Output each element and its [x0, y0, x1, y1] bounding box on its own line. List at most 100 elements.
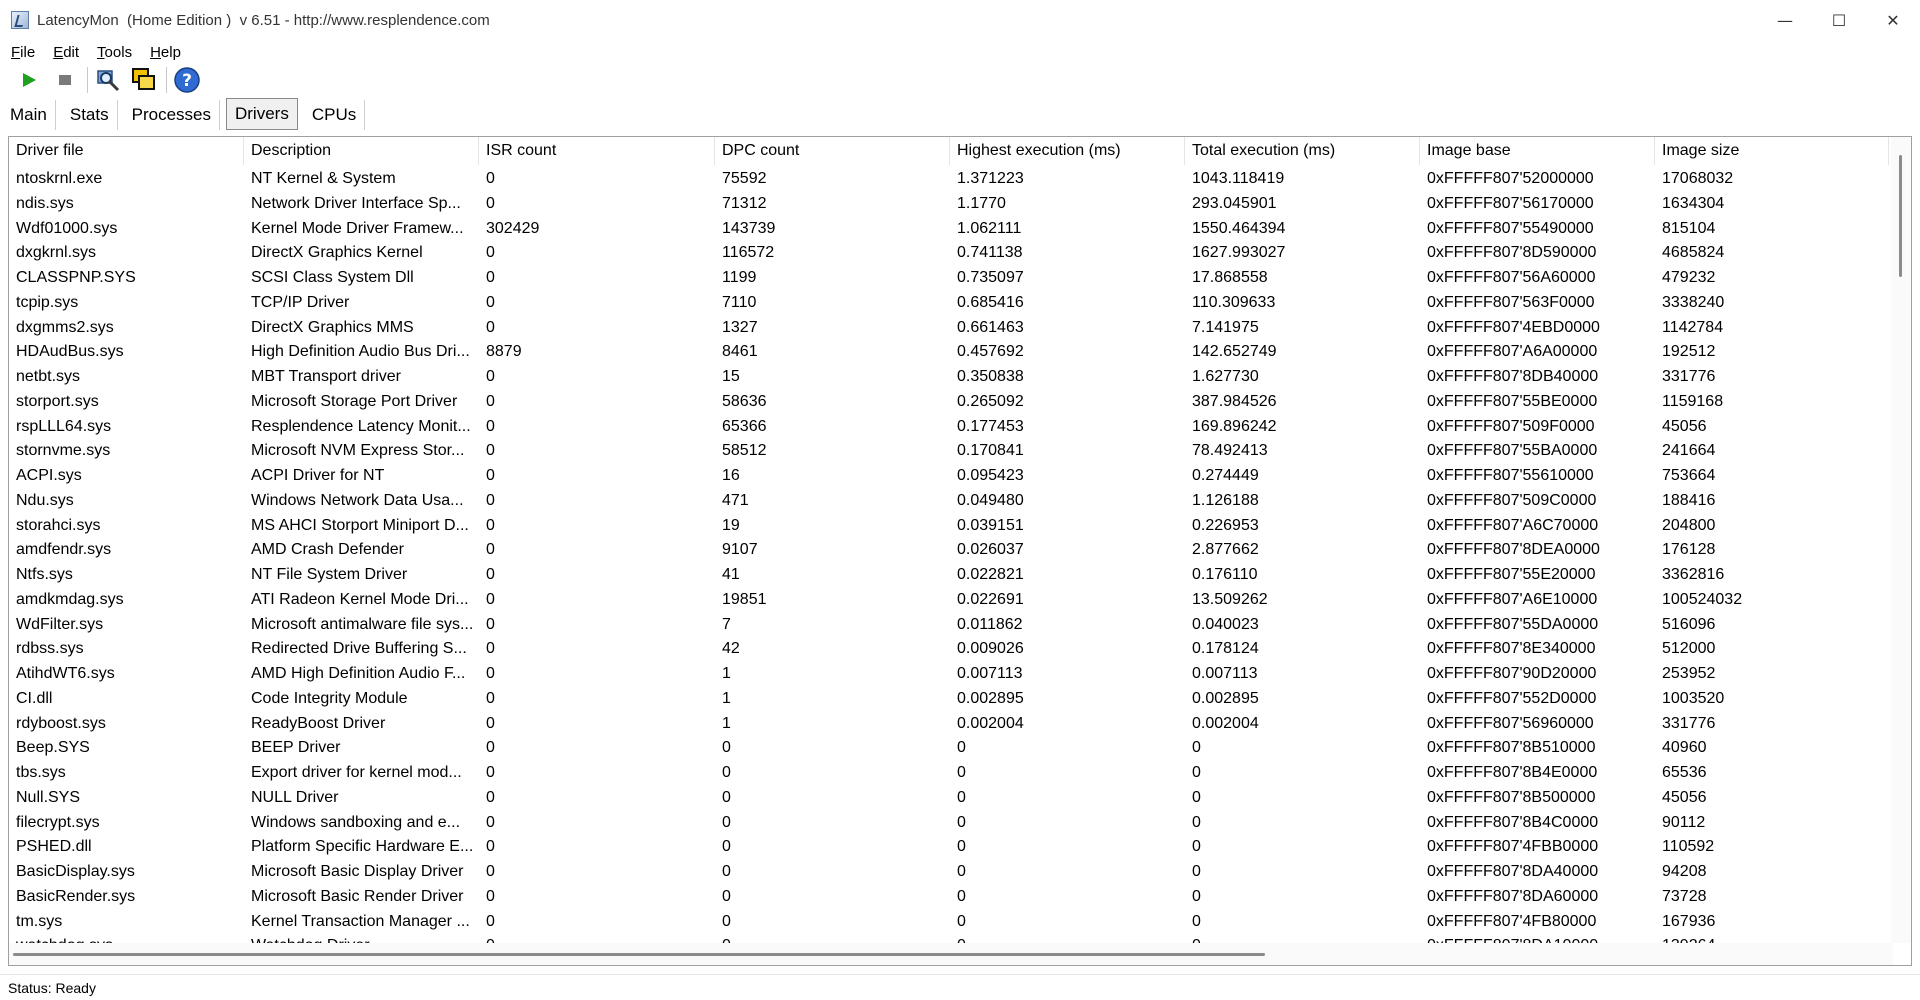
table-row[interactable]: amdfendr.sys AMD Crash Defender 0 9107 0.026… [9, 538, 1889, 563]
image-size-cell: 753664 [1662, 467, 1716, 484]
tab-cpus[interactable]: CPUs [304, 100, 366, 130]
description-cell: Export driver for kernel mod... [251, 764, 462, 781]
table-row[interactable]: ntoskrnl.exe NT Kernel & System 0 75592 1.37… [9, 167, 1889, 192]
tab-stats[interactable]: Stats [62, 100, 118, 130]
column-header-driver-file[interactable]: Driver file [9, 137, 244, 165]
table-row[interactable]: Wdf01000.sys Kernel Mode Driver Framew...… [9, 217, 1889, 242]
table-row[interactable]: CI.dll Code Integrity Module 0 1 0.002895 0.0… [9, 687, 1889, 712]
menu-edit[interactable]: Edit [50, 44, 82, 61]
table-row[interactable]: Ntfs.sys NT File System Driver 0 41 0.022821… [9, 563, 1889, 588]
table-row[interactable]: BasicRender.sys Microsoft Basic Render Dr… [9, 885, 1889, 910]
table-row[interactable]: storport.sys Microsoft Storage Port Drive… [9, 390, 1889, 415]
total-execution-cell: 0 [1192, 764, 1201, 781]
description-cell: Kernel Mode Driver Framew... [251, 219, 464, 237]
table-row[interactable]: tm.sys Kernel Transaction Manager ... 0 0 0 0… [9, 910, 1889, 935]
table-row[interactable]: HDAudBus.sys High Definition Audio Bus Dr… [9, 340, 1889, 365]
table-row[interactable]: tbs.sys Export driver for kernel mod... 0 0… [9, 761, 1889, 786]
stop-button[interactable] [50, 65, 80, 95]
column-header-total-execution[interactable]: Total execution (ms) [1185, 137, 1420, 165]
driver-file-cell: CLASSPNP.SYS [16, 269, 136, 286]
column-header-isr-count[interactable]: ISR count [479, 137, 715, 165]
horizontal-scroll-thumb[interactable] [13, 953, 1265, 956]
driver-file-cell: dxgmms2.sys [16, 318, 114, 336]
isr-count-cell: 0 [486, 293, 495, 311]
table-row[interactable]: Beep.SYS BEEP Driver 0 0 0 0 0xFFFFF807'8B5100… [9, 736, 1889, 761]
table-row[interactable]: dxgkrnl.sys DirectX Graphics Kernel 0 11657… [9, 241, 1889, 266]
highest-execution-cell: 0.735097 [957, 269, 1024, 286]
dpc-count-cell: 1 [722, 665, 731, 682]
table-row[interactable]: watchdog.sysWatchdog Driver00000xFFFFF80… [9, 934, 1889, 943]
isr-count-cell: 0 [486, 615, 495, 633]
table-row[interactable]: stornvme.sys Microsoft NVM Express Stor..… [9, 439, 1889, 464]
table-row[interactable]: Ndu.sys Windows Network Data Usa... 0 471 0.… [9, 489, 1889, 514]
total-execution-cell: 0.226953 [1192, 516, 1259, 534]
vertical-scroll-thumb[interactable] [1899, 155, 1902, 277]
description-cell: Microsoft NVM Express Stor... [251, 442, 465, 460]
total-execution-cell: 78.492413 [1192, 442, 1268, 460]
table-row[interactable]: tcpip.sys TCP/IP Driver 0 7110 0.685416 110.3… [9, 291, 1889, 316]
driver-file-cell: tbs.sys [16, 764, 66, 781]
table-row[interactable]: storahci.sys MS AHCI Storport Miniport D.… [9, 514, 1889, 539]
dpc-count-cell: 1199 [722, 269, 757, 286]
horizontal-scrollbar[interactable] [9, 943, 1893, 965]
highest-execution-cell: 0.095423 [957, 467, 1024, 484]
table-row[interactable]: amdkmdag.sys ATI Radeon Kernel Mode Dri..… [9, 588, 1889, 613]
image-base-cell: 0xFFFFF807'55490000 [1427, 219, 1594, 237]
table-row[interactable]: AtihdWT6.sys AMD High Definition Audio F.… [9, 662, 1889, 687]
tab-processes[interactable]: Processes [124, 100, 220, 130]
help-button[interactable]: ? [172, 65, 202, 95]
table-row[interactable]: WdFilter.sys Microsoft antimalware file s… [9, 613, 1889, 638]
dpc-count-cell: 41 [722, 566, 740, 583]
table-row[interactable]: filecrypt.sys Windows sandboxing and e...… [9, 811, 1889, 836]
image-size-cell: 110592 [1662, 838, 1715, 856]
table-row[interactable]: dxgmms2.sys DirectX Graphics MMS 0 1327 0.66… [9, 316, 1889, 341]
isr-count-cell: 0 [486, 368, 495, 385]
total-execution-cell: 0.002895 [1192, 689, 1259, 707]
list-body: ntoskrnl.exe NT Kernel & System 0 75592 1.37… [9, 167, 1889, 943]
description-cell: Microsoft Basic Display Driver [251, 863, 464, 880]
image-size-cell: 253952 [1662, 665, 1716, 682]
table-row[interactable]: rspLLL64.sys Resplendence Latency Monit..… [9, 415, 1889, 440]
image-size-cell: 192512 [1662, 343, 1716, 361]
highest-execution-cell: 0 [957, 788, 966, 806]
start-button[interactable] [14, 65, 44, 95]
menu-help[interactable]: Help [147, 44, 184, 61]
menu-tools[interactable]: Tools [94, 44, 135, 61]
image-base-cell: 0xFFFFF807'509C0000 [1427, 491, 1597, 509]
vertical-scrollbar[interactable] [1891, 137, 1911, 943]
title-bar: LatencyMon (Home Edition ) v 6.51 - http… [0, 0, 1920, 40]
table-row[interactable]: Null.SYS NULL Driver 0 0 0 0 0xFFFFF807'8B5000… [9, 786, 1889, 811]
windows-button[interactable] [129, 65, 159, 95]
table-row[interactable]: BasicDisplay.sys Microsoft Basic Display … [9, 860, 1889, 885]
tab-main[interactable]: Main [2, 100, 56, 130]
image-base-cell: 0xFFFFF807'8E340000 [1427, 640, 1596, 658]
description-cell: AMD High Definition Audio F... [251, 665, 466, 682]
image-size-cell: 241664 [1662, 442, 1716, 460]
toolbar-separator [166, 67, 167, 93]
table-row[interactable]: ACPI.sys ACPI Driver for NT 0 16 0.095423 0.2… [9, 464, 1889, 489]
description-cell: NULL Driver [251, 788, 339, 806]
dpc-count-cell: 9107 [722, 541, 758, 559]
analyze-button[interactable] [93, 65, 123, 95]
table-row[interactable]: netbt.sys MBT Transport driver 0 15 0.350838… [9, 365, 1889, 390]
column-header-image-base[interactable]: Image base [1420, 137, 1655, 165]
table-row[interactable]: rdyboost.sys ReadyBoost Driver 0 1 0.002004 0… [9, 712, 1889, 737]
table-row[interactable]: PSHED.dll Platform Specific Hardware E...… [9, 835, 1889, 860]
column-header-image-size[interactable]: Image size [1655, 137, 1889, 165]
column-header-description[interactable]: Description [244, 137, 479, 165]
total-execution-cell: 0 [1192, 912, 1201, 930]
tab-drivers[interactable]: Drivers [225, 98, 298, 130]
image-size-cell: 73728 [1662, 887, 1707, 905]
column-header-highest-execution[interactable]: Highest execution (ms) [950, 137, 1185, 165]
close-button[interactable]: ✕ [1866, 0, 1920, 40]
table-row[interactable]: rdbss.sys Redirected Drive Buffering S...… [9, 637, 1889, 662]
highest-execution-cell: 0 [957, 764, 966, 781]
column-header-dpc-count[interactable]: DPC count [715, 137, 950, 165]
maximize-button[interactable]: ☐ [1812, 0, 1866, 40]
minimize-button[interactable]: — [1758, 0, 1812, 40]
menu-file[interactable]: File [8, 44, 38, 61]
table-row[interactable]: CLASSPNP.SYS SCSI Class System Dll 0 1199 0.… [9, 266, 1889, 291]
image-size-cell: 176128 [1662, 541, 1716, 559]
isr-count-cell: 0 [486, 665, 495, 682]
table-row[interactable]: ndis.sys Network Driver Interface Sp... 0 7… [9, 192, 1889, 217]
